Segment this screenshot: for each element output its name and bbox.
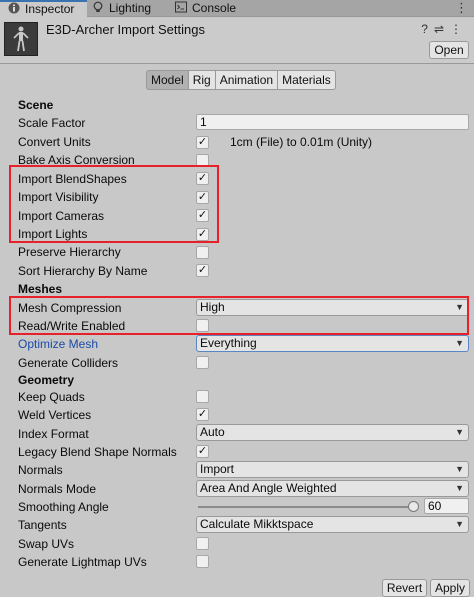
chevron-down-icon: ▼ bbox=[455, 338, 464, 348]
section-geometry: Geometry bbox=[18, 373, 75, 387]
smoothing-angle-label: Smoothing Angle bbox=[18, 500, 109, 514]
tab-rig[interactable]: Rig bbox=[188, 70, 216, 90]
header-icons: ?⇌⋮ bbox=[421, 22, 468, 36]
tab-animation[interactable]: Animation bbox=[215, 70, 279, 90]
index-format-label: Index Format bbox=[18, 427, 89, 441]
legacy-blend-label: Legacy Blend Shape Normals bbox=[18, 445, 177, 459]
generate-colliders-checkbox[interactable] bbox=[196, 356, 209, 369]
import-settings-tabs: Model Rig Animation Materials bbox=[146, 70, 336, 90]
keep-quads-label: Keep Quads bbox=[18, 390, 85, 404]
section-meshes: Meshes bbox=[18, 282, 63, 296]
info-icon bbox=[8, 2, 20, 14]
chevron-down-icon: ▼ bbox=[455, 519, 464, 529]
legacy-blend-checkbox[interactable]: ✓ bbox=[196, 445, 209, 458]
convert-units-note: 1cm (File) to 0.01m (Unity) bbox=[230, 135, 373, 149]
normals-label: Normals bbox=[18, 463, 63, 477]
tab-inspector[interactable]: Inspector bbox=[0, 0, 87, 18]
scale-factor-input[interactable]: 1 bbox=[196, 114, 469, 130]
tangents-dropdown[interactable]: Calculate Mikktspace ▼ bbox=[196, 516, 469, 533]
settings-icon[interactable]: ⇌ bbox=[434, 22, 450, 36]
tab-label: Console bbox=[192, 1, 237, 15]
preserve-hierarchy-checkbox[interactable] bbox=[196, 246, 209, 259]
tab-materials[interactable]: Materials bbox=[278, 70, 336, 90]
smoothing-angle-input[interactable]: 60 bbox=[424, 498, 469, 514]
dropdown-value: Auto bbox=[200, 425, 225, 439]
swap-uvs-checkbox[interactable] bbox=[196, 537, 209, 550]
chevron-down-icon: ▼ bbox=[455, 483, 464, 493]
sort-hierarchy-checkbox[interactable]: ✓ bbox=[196, 264, 209, 277]
tab-lighting[interactable]: Lighting bbox=[92, 0, 172, 17]
scale-factor-label: Scale Factor bbox=[18, 116, 86, 130]
optimize-mesh-dropdown[interactable]: Everything ▼ bbox=[196, 335, 469, 352]
normals-mode-dropdown[interactable]: Area And Angle Weighted ▼ bbox=[196, 480, 469, 497]
more-icon[interactable]: ⋮ bbox=[455, 1, 468, 14]
convert-units-label: Convert Units bbox=[18, 135, 91, 149]
help-icon[interactable]: ? bbox=[421, 22, 434, 36]
optimize-mesh-label: Optimize Mesh bbox=[18, 337, 99, 351]
highlight-box-meshes bbox=[9, 296, 469, 335]
revert-button[interactable]: Revert bbox=[382, 579, 427, 597]
more-icon[interactable]: ⋮ bbox=[450, 22, 468, 36]
chevron-down-icon: ▼ bbox=[455, 464, 464, 474]
index-format-dropdown[interactable]: Auto ▼ bbox=[196, 424, 469, 441]
lightmap-uvs-checkbox[interactable] bbox=[196, 555, 209, 568]
tangents-label: Tangents bbox=[18, 518, 67, 532]
inspector-header: E3D-Archer Import Settings ?⇌⋮ Open bbox=[0, 18, 474, 64]
dropdown-value: Calculate Mikktspace bbox=[200, 517, 314, 531]
apply-button[interactable]: Apply bbox=[430, 579, 470, 597]
convert-units-checkbox[interactable]: ✓ bbox=[196, 136, 209, 149]
tab-model[interactable]: Model bbox=[146, 70, 189, 90]
sort-hierarchy-label: Sort Hierarchy By Name bbox=[18, 264, 148, 278]
normals-mode-label: Normals Mode bbox=[18, 482, 97, 496]
page-title: E3D-Archer Import Settings bbox=[46, 22, 205, 37]
chevron-down-icon: ▼ bbox=[455, 427, 464, 437]
window-tab-bar: Inspector Lighting Console ⋮ bbox=[0, 0, 474, 18]
dropdown-value: Area And Angle Weighted bbox=[200, 481, 337, 495]
weld-vertices-label: Weld Vertices bbox=[18, 408, 92, 422]
generate-colliders-label: Generate Colliders bbox=[18, 356, 119, 370]
console-icon bbox=[175, 1, 187, 13]
model-thumbnail bbox=[4, 22, 38, 56]
bulb-icon bbox=[92, 1, 104, 13]
smoothing-angle-slider-handle[interactable] bbox=[408, 501, 419, 512]
smoothing-angle-slider-track[interactable] bbox=[198, 506, 416, 508]
normals-dropdown[interactable]: Import ▼ bbox=[196, 461, 469, 478]
dropdown-value: Import bbox=[200, 462, 235, 476]
lightmap-uvs-label: Generate Lightmap UVs bbox=[18, 555, 147, 569]
open-button[interactable]: Open bbox=[429, 41, 469, 59]
tab-console[interactable]: Console bbox=[175, 0, 255, 17]
dropdown-value: Everything bbox=[200, 336, 257, 350]
preserve-hierarchy-label: Preserve Hierarchy bbox=[18, 245, 121, 259]
weld-vertices-checkbox[interactable]: ✓ bbox=[196, 408, 209, 421]
section-scene: Scene bbox=[18, 98, 54, 112]
highlight-box-import bbox=[9, 165, 219, 243]
swap-uvs-label: Swap UVs bbox=[18, 537, 75, 551]
keep-quads-checkbox[interactable] bbox=[196, 390, 209, 403]
tab-label: Inspector bbox=[25, 2, 75, 16]
tab-label: Lighting bbox=[109, 1, 152, 15]
